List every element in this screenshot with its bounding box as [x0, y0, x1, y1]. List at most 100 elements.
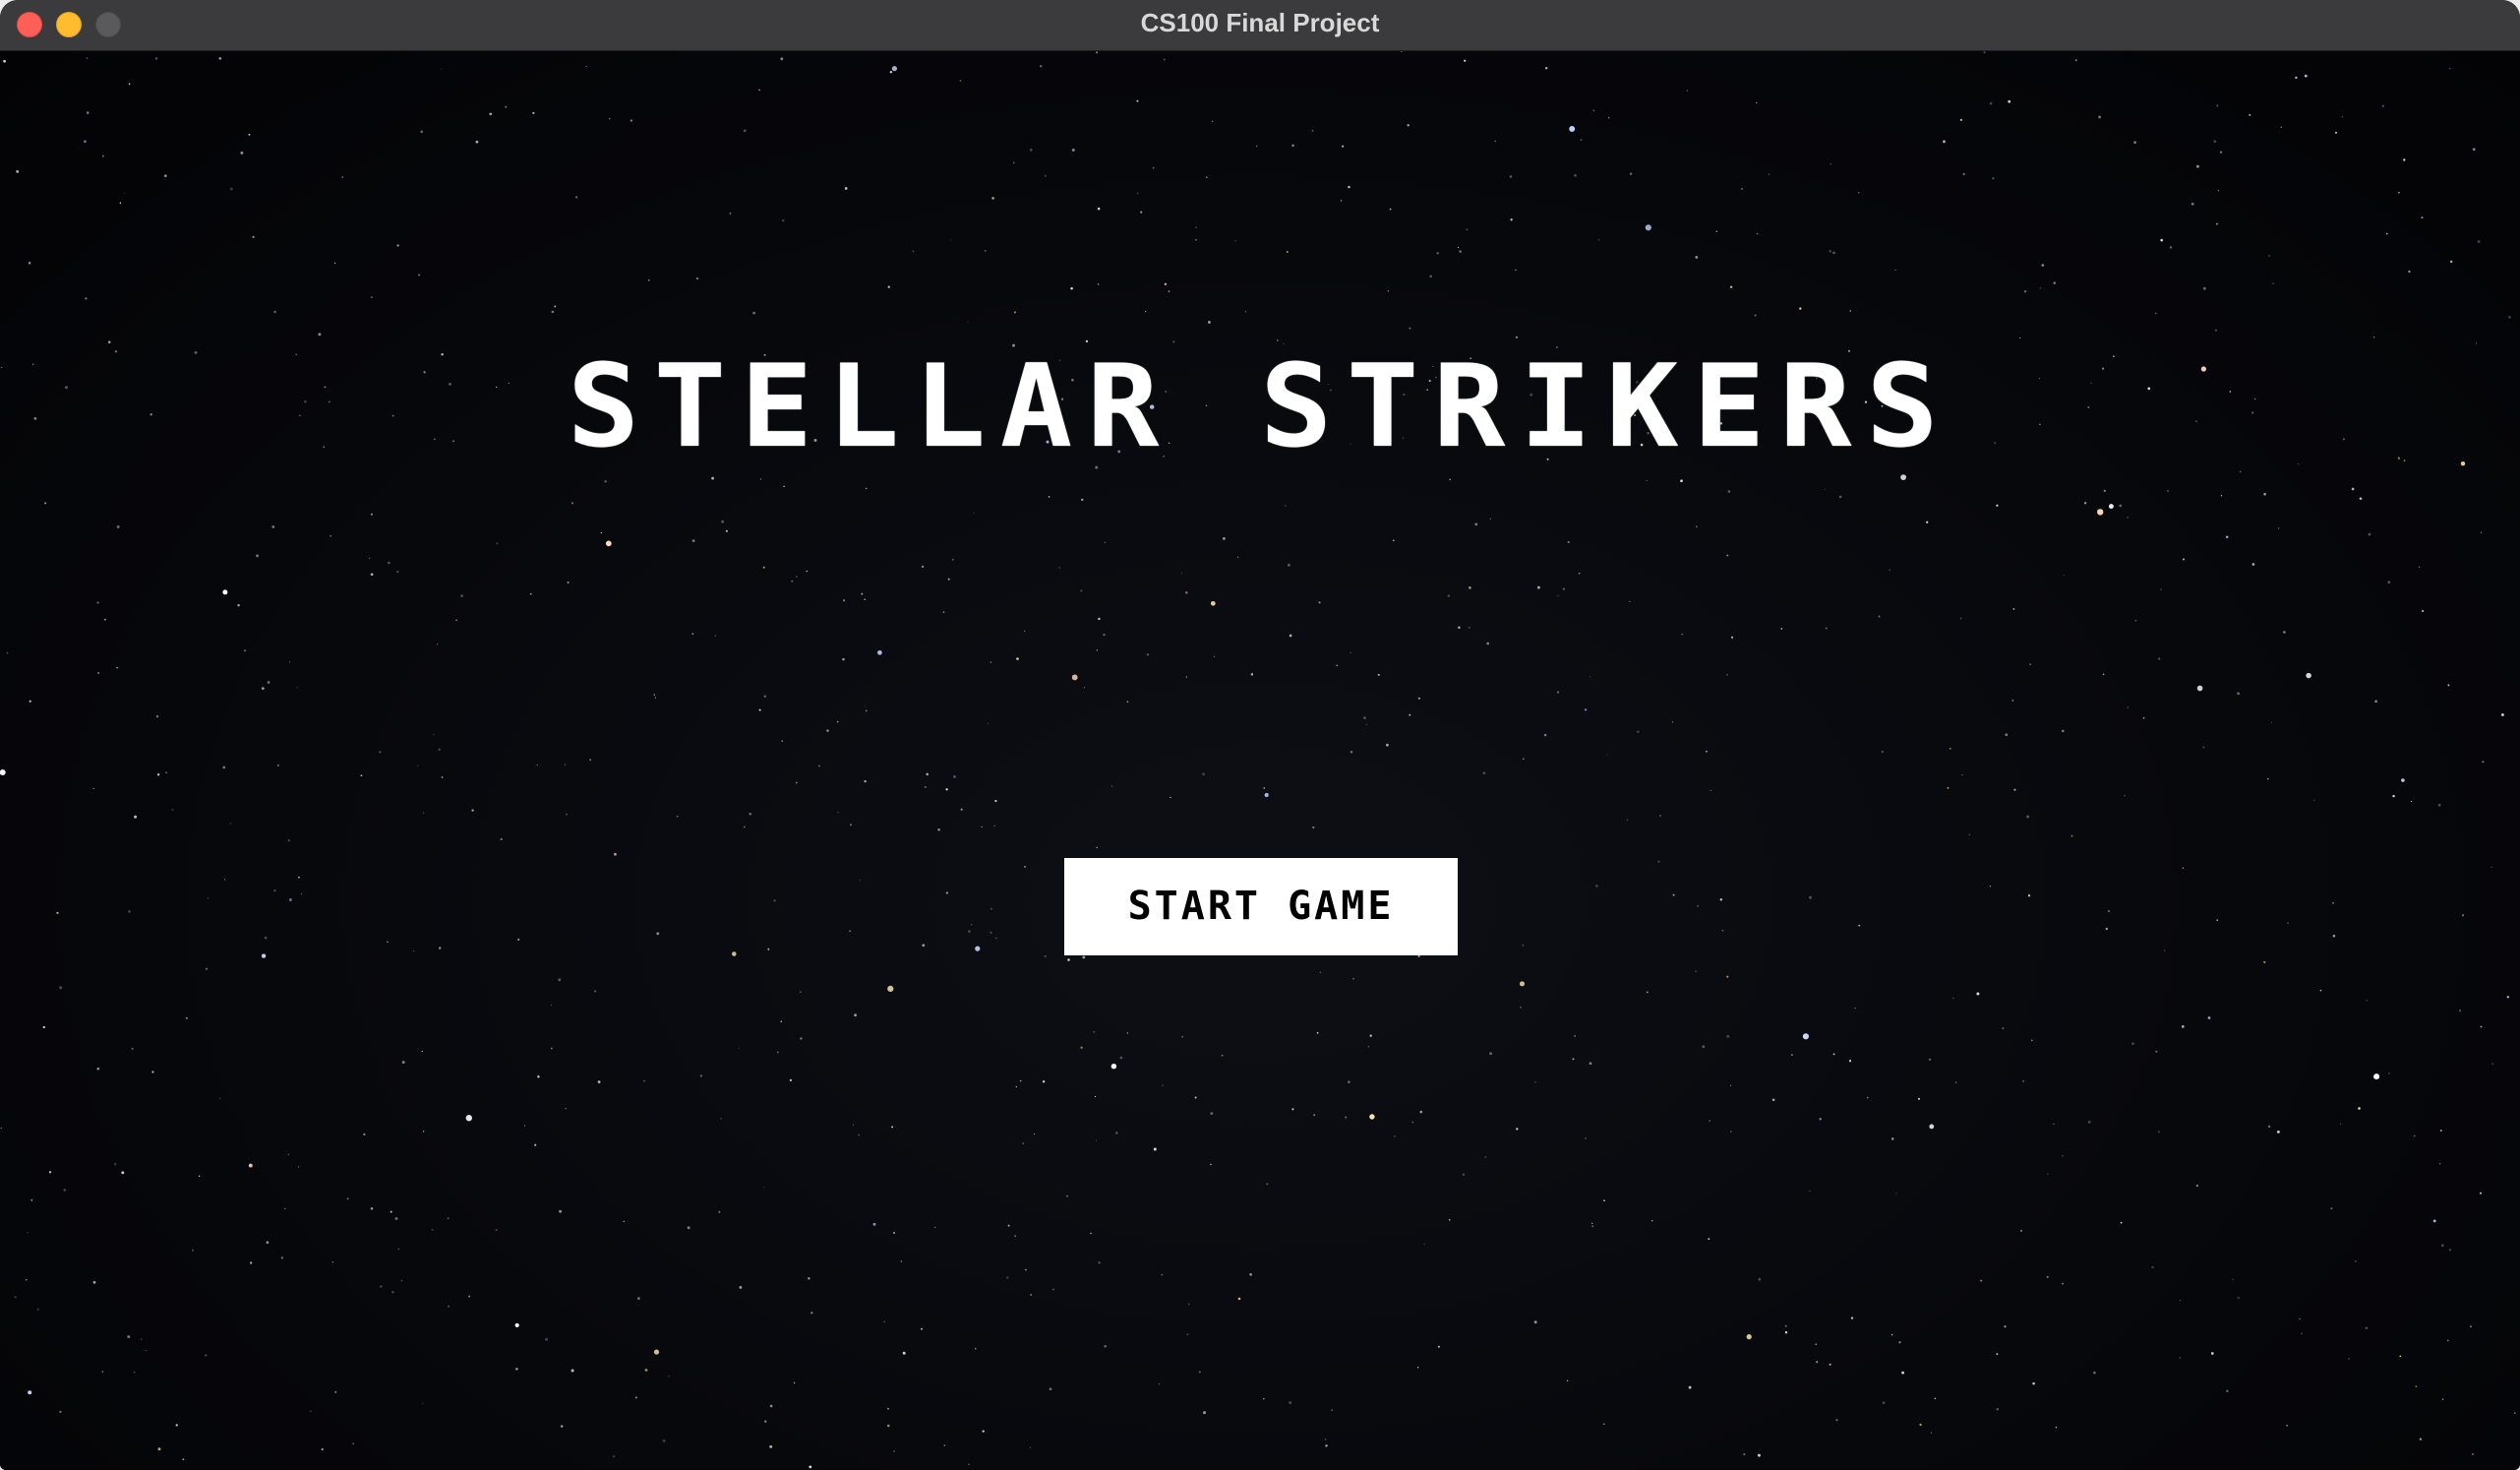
star: [2046, 1275, 2049, 1278]
star: [2447, 684, 2450, 687]
star: [1680, 479, 1683, 483]
star: [2062, 1282, 2064, 1285]
star: [1071, 149, 1075, 152]
star: [1659, 815, 1661, 817]
star: [782, 218, 785, 222]
star: [300, 892, 302, 894]
star: [1943, 140, 1946, 144]
star: [2232, 1278, 2234, 1280]
star: [1096, 846, 1099, 849]
star: [1462, 1173, 1466, 1176]
star: [1695, 255, 1699, 259]
star: [1080, 1046, 1083, 1049]
star: [287, 839, 290, 842]
star: [1325, 1444, 1328, 1447]
star: [2202, 286, 2206, 290]
star: [2374, 700, 2377, 704]
star: [1417, 954, 1420, 957]
star: [1459, 250, 1462, 253]
star: [1900, 474, 1907, 481]
star: [2368, 532, 2371, 536]
star: [1040, 65, 1043, 68]
star: [1185, 591, 1188, 594]
star: [2439, 1129, 2442, 1133]
star: [550, 1047, 553, 1050]
star: [2332, 934, 2336, 938]
star: [296, 687, 298, 689]
star: [614, 852, 617, 856]
star: [92, 787, 94, 790]
star: [780, 57, 784, 61]
star: [396, 244, 399, 247]
star: [1234, 239, 1236, 242]
star: [1968, 833, 1971, 836]
star: [844, 187, 848, 190]
star: [2413, 1134, 2416, 1137]
star: [495, 1228, 498, 1232]
star: [1557, 594, 1559, 597]
star: [808, 1277, 810, 1280]
star: [769, 1444, 773, 1448]
star: [1094, 1095, 1097, 1098]
star: [1695, 970, 1698, 973]
star: [1195, 226, 1198, 229]
star: [991, 197, 994, 200]
star: [759, 478, 762, 480]
star: [2005, 733, 2009, 737]
star: [438, 947, 442, 949]
star: [1080, 589, 1083, 592]
star: [1095, 1139, 1097, 1141]
star: [1082, 955, 1086, 959]
star: [2287, 922, 2289, 924]
star: [1458, 626, 1461, 629]
star: [922, 944, 926, 948]
star: [1291, 144, 1294, 148]
star: [1866, 1096, 1869, 1099]
star: [48, 1171, 52, 1174]
star: [1389, 208, 1392, 211]
star: [128, 910, 131, 913]
star: [2124, 795, 2126, 797]
star: [1237, 556, 1239, 558]
star: [1158, 1382, 1161, 1385]
star: [1237, 1297, 1241, 1301]
star: [859, 879, 862, 882]
star: [920, 1327, 924, 1330]
star: [1264, 792, 1269, 798]
star: [532, 111, 535, 115]
star: [505, 105, 508, 108]
star: [1715, 230, 1718, 232]
title-bar[interactable]: CS100 Final Project: [0, 0, 2520, 51]
star: [341, 176, 344, 179]
star: [107, 340, 111, 343]
star: [207, 897, 210, 899]
star: [1067, 958, 1070, 961]
star: [711, 476, 715, 480]
star: [953, 774, 956, 778]
star: [2182, 867, 2185, 869]
star: [2225, 535, 2229, 539]
star: [2083, 502, 2087, 505]
star: [2027, 894, 2031, 897]
star: [1996, 1407, 2000, 1411]
star: [1070, 286, 1073, 290]
star: [1585, 1137, 1587, 1139]
star: [397, 1248, 400, 1251]
star: [695, 276, 699, 280]
star: [1850, 1317, 1854, 1319]
start-game-button[interactable]: START GAME: [1064, 858, 1458, 955]
star: [418, 274, 421, 276]
star: [1482, 771, 1486, 775]
star: [529, 592, 532, 595]
star: [2097, 509, 2104, 516]
star: [1097, 207, 1101, 211]
star: [1014, 1235, 1016, 1238]
star: [2513, 1412, 2516, 1415]
star: [489, 112, 493, 116]
star: [1194, 1096, 1197, 1099]
star: [837, 812, 839, 814]
star: [273, 310, 276, 314]
star: [218, 57, 222, 60]
star: [460, 594, 463, 597]
star: [1708, 1238, 1710, 1241]
